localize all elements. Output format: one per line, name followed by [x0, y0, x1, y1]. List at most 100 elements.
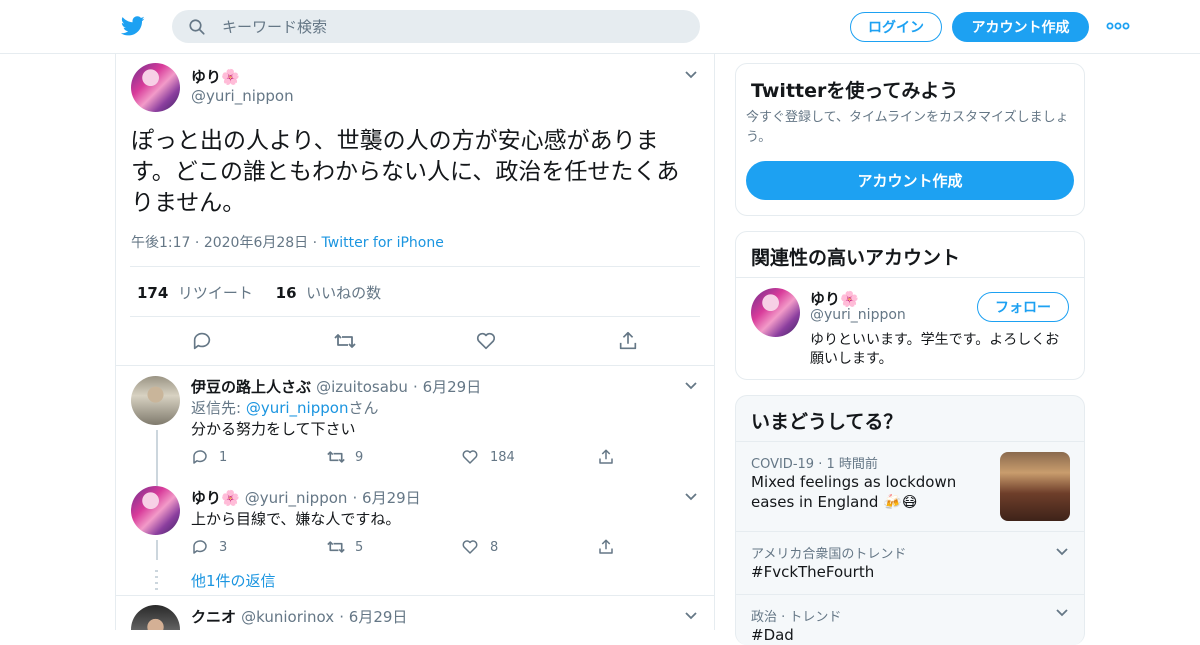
reply-icon[interactable] [191, 448, 209, 466]
related-account-bio: ゆりといいます。学生です。よろしくお願いします。 [810, 332, 1060, 367]
trend-thumbnail [1000, 452, 1070, 521]
reply-author-name[interactable]: クニオ [191, 608, 236, 626]
related-accounts-card: 関連性の高いアカウント ゆり🌸 @yuri_nippon フォロー ゆりといいま… [735, 231, 1085, 380]
reply-icon[interactable] [191, 538, 209, 556]
related-account-name[interactable]: ゆり🌸 [810, 288, 859, 309]
like-icon[interactable] [461, 538, 479, 556]
top-bar: ログイン アカウント作成 [0, 0, 1200, 54]
search-input[interactable] [222, 10, 682, 43]
reply-to-line: 返信先: @yuri_nipponさん [191, 397, 378, 418]
share-icon[interactable] [617, 330, 639, 352]
chevron-down-icon[interactable] [684, 492, 698, 502]
trend-time: 1 時間前 [826, 457, 878, 472]
avatar[interactable] [751, 288, 800, 337]
related-accounts-title: 関連性の高いアカウント [751, 247, 961, 269]
trend-category: 政治 [751, 610, 778, 625]
more-replies-link[interactable]: 他1件の返信 [191, 570, 276, 591]
thread-dots [155, 570, 158, 590]
avatar[interactable] [131, 376, 180, 425]
related-account-handle[interactable]: @yuri_nippon [810, 307, 906, 323]
trend-title: Mixed feelings as lockdown eases in Engl… [751, 473, 957, 511]
trends-title: いまどうしてる？ [751, 411, 903, 433]
reply-actions: 3 5 8 [191, 538, 631, 558]
reply-header: ゆり🌸 @yuri_nippon · 6月29日 [191, 487, 421, 508]
reply-text: 分かる努力をして下さい [191, 420, 356, 438]
reply-author-handle[interactable]: @kuniorinox [241, 608, 334, 626]
tweet-meta: 午後1:17 · 2020年6月28日 · Twitter for iPhone [131, 232, 444, 252]
reply-date[interactable]: 6月29日 [423, 378, 482, 396]
signup-card: Twitterを使ってみよう 今すぐ登録して、タイムラインをカスタマイズしましょ… [735, 63, 1085, 216]
search-box[interactable] [172, 10, 700, 43]
reply-text: 上から目線で、嫌な人ですね。 [191, 510, 401, 528]
trend-item[interactable]: 政治 · トレンド #Dad [736, 594, 1084, 645]
retweet-icon[interactable] [326, 538, 346, 556]
reply-author-handle[interactable]: @izuitosabu [316, 378, 408, 396]
trend-item[interactable]: アメリカ合衆国のトレンド #FvckTheFourth [736, 531, 1084, 594]
separator-dot: · [413, 378, 423, 396]
reply-author-name[interactable]: ゆり🌸 [191, 489, 240, 507]
more-options-icon[interactable] [1106, 18, 1130, 34]
trends-card: いまどうしてる？ COVID-19 · 1 時間前 Mixed feelings… [735, 395, 1085, 645]
like-icon[interactable] [475, 330, 497, 352]
reply-to-suffix: さん [348, 399, 379, 417]
chevron-down-icon[interactable] [684, 70, 698, 80]
tweet-source-link[interactable]: Twitter for iPhone [322, 235, 444, 251]
tweet-date[interactable]: 2020年6月28日 [204, 235, 308, 251]
share-icon[interactable] [597, 538, 615, 556]
thread-line [156, 430, 158, 486]
reply-icon[interactable] [191, 330, 213, 352]
retweet-count: 174 [137, 284, 169, 302]
search-icon [189, 19, 205, 35]
separator-dot: · [194, 235, 204, 251]
follow-button[interactable]: フォロー [977, 292, 1069, 322]
retweet-count: 5 [355, 540, 364, 555]
reply-actions: 1 9 184 [191, 448, 631, 468]
reply-header: クニオ @kuniorinox · 6月29日 [191, 606, 407, 627]
share-icon[interactable] [597, 448, 615, 466]
login-button[interactable]: ログイン [850, 12, 942, 42]
divider [130, 266, 700, 267]
thread-line [156, 540, 158, 560]
trend-title: #FvckTheFourth [751, 563, 875, 581]
trend-category: COVID-19 [751, 457, 815, 472]
separator-dot: · [339, 608, 349, 626]
like-icon[interactable] [461, 448, 479, 466]
trend-type: トレンド [789, 610, 842, 625]
chevron-down-icon[interactable] [684, 611, 698, 621]
reply-to-handle[interactable]: @yuri_nippon [246, 399, 349, 417]
reply-date[interactable]: 6月29日 [349, 608, 408, 626]
reply-date[interactable]: 6月29日 [362, 489, 421, 507]
reply-author-name[interactable]: 伊豆の路上人さぶ [191, 378, 311, 396]
retweet-label: リツイート [177, 284, 253, 302]
divider [116, 595, 714, 596]
separator-dot: · [352, 489, 363, 507]
tweet-text: ぽっと出の人より、世襲の人の方が安心感があります。どこの誰ともわからない人に、政… [131, 128, 680, 216]
like-stat[interactable]: 16 いいねの数 [276, 284, 381, 302]
trend-title: #Dad [751, 626, 794, 644]
divider [130, 316, 700, 317]
signup-card-description: 今すぐ登録して、タイムラインをカスタマイズしましょう。 [746, 110, 1069, 145]
tweet-author-handle[interactable]: @yuri_nippon [191, 87, 294, 105]
like-count: 16 [275, 284, 297, 302]
trend-item[interactable]: COVID-19 · 1 時間前 Mixed feelings as lockd… [736, 441, 1084, 531]
chevron-down-icon[interactable] [684, 381, 698, 391]
avatar[interactable] [131, 486, 180, 535]
avatar[interactable] [131, 63, 180, 112]
chevron-down-icon[interactable] [1055, 547, 1069, 557]
reply-count: 3 [219, 540, 228, 555]
reply-author-handle[interactable]: @yuri_nippon [245, 489, 348, 507]
signup-card-button[interactable]: アカウント作成 [746, 161, 1074, 200]
reply-to-prefix: 返信先: [191, 399, 246, 417]
retweet-icon[interactable] [326, 448, 346, 466]
retweet-icon[interactable] [333, 330, 357, 352]
avatar[interactable] [131, 605, 180, 630]
retweet-count: 9 [355, 450, 364, 465]
like-count: 8 [490, 540, 499, 555]
signup-button[interactable]: アカウント作成 [952, 12, 1089, 42]
twitter-logo-icon[interactable] [120, 14, 146, 38]
tweet-author-name[interactable]: ゆり🌸 [191, 66, 240, 87]
chevron-down-icon[interactable] [1055, 608, 1069, 618]
retweet-stat[interactable]: 174 リツイート [137, 284, 253, 302]
tweet-time[interactable]: 午後1:17 [131, 235, 190, 251]
divider [736, 277, 1084, 278]
